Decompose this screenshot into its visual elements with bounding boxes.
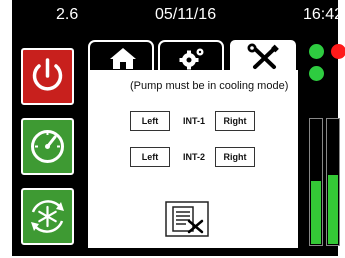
int1-label: INT-1	[183, 116, 206, 126]
int2-label: INT-2	[183, 152, 206, 162]
level-meter-1-fill	[311, 181, 321, 244]
power-button[interactable]	[21, 48, 74, 105]
tools-panel: (Pump must be in cooling mode) Left INT-…	[88, 70, 298, 248]
gauge-icon	[31, 130, 64, 163]
control-panel: 2.6 05/11/16 16:42 (Pump must be in cool…	[12, 0, 345, 256]
int1-left-button[interactable]: Left	[130, 111, 170, 131]
tab-settings[interactable]	[158, 40, 224, 70]
device-screen: 2.6 05/11/16 16:42 (Pump must be in cool…	[0, 0, 345, 258]
status-indicators	[304, 40, 345, 250]
level-meter-2-fill	[328, 174, 338, 244]
level-meter-2	[326, 118, 340, 246]
gauge-button[interactable]	[21, 118, 74, 175]
status-light-2	[331, 44, 345, 59]
pump-note: (Pump must be in cooling mode)	[130, 80, 289, 92]
home-icon	[110, 48, 136, 69]
tab-home[interactable]	[88, 40, 154, 70]
status-light-1	[309, 44, 324, 59]
int2-right-button[interactable]: Right	[215, 147, 255, 167]
gears-icon	[179, 48, 204, 70]
snowflake-cycle-icon	[31, 200, 64, 233]
cooling-button[interactable]	[21, 188, 74, 245]
int2-left-button[interactable]: Left	[130, 147, 170, 167]
date-label: 05/11/16	[155, 6, 217, 23]
int1-right-button[interactable]: Right	[215, 111, 255, 131]
time-label: 16:42	[303, 6, 344, 23]
version-label: 2.6	[56, 6, 79, 23]
level-meter-1	[309, 118, 323, 246]
power-icon	[32, 58, 63, 91]
checklist-tools-icon[interactable]	[165, 201, 209, 237]
tab-tools[interactable]	[228, 38, 298, 72]
status-light-3	[309, 66, 324, 81]
wrench-screwdriver-icon	[247, 43, 279, 69]
